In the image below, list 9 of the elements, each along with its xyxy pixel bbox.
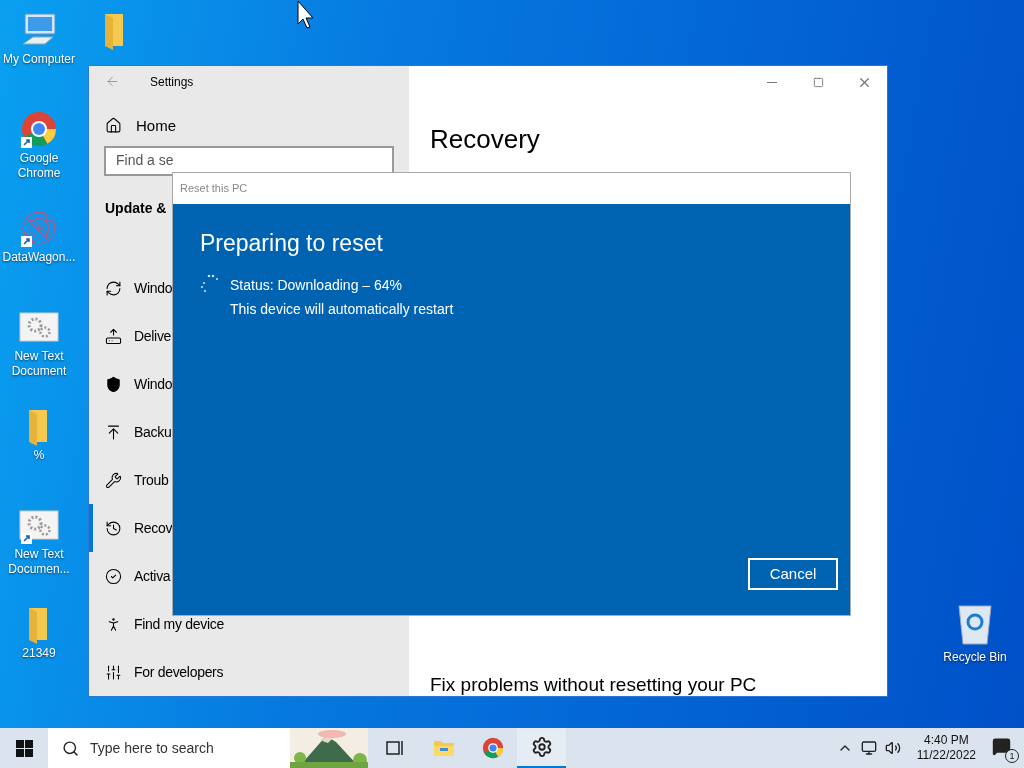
notification-count: 1 bbox=[1005, 749, 1019, 763]
page-title: Recovery bbox=[430, 123, 541, 156]
section-heading: Fix problems without resetting your PC bbox=[430, 674, 758, 696]
window-title: Settings bbox=[150, 73, 194, 91]
section-heading: Update & bbox=[104, 199, 168, 218]
status-text: Status: Downloading – 64% bbox=[230, 275, 403, 295]
dialog-heading: Preparing to reset bbox=[200, 229, 384, 258]
dialog-title: Reset this PC bbox=[180, 181, 248, 197]
restart-note: This device will automatically restart bbox=[230, 299, 454, 319]
